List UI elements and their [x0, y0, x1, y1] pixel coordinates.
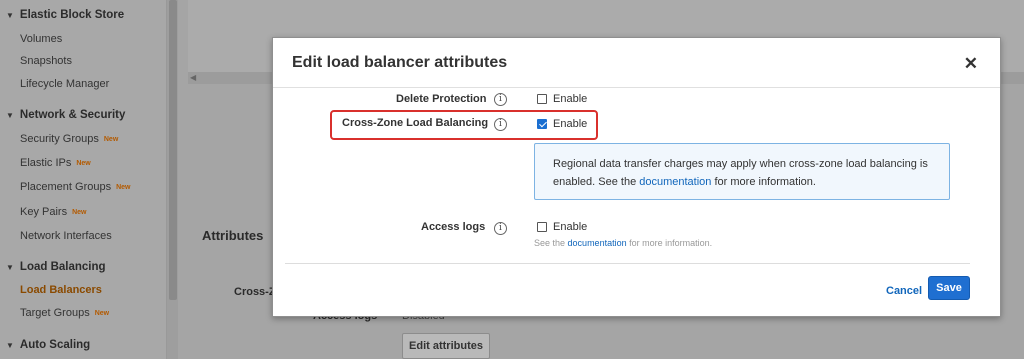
documentation-link[interactable]: documentation — [568, 238, 627, 248]
sidebar-section-label: Elastic Block Store — [19, 9, 125, 21]
delete-protection-enable-label[interactable]: Enable — [553, 93, 587, 105]
sidebar-section-label: Auto Scaling — [19, 339, 91, 351]
new-badge: New — [103, 135, 119, 143]
new-badge: New — [116, 183, 131, 191]
hint-text-after: for more information. — [629, 238, 713, 248]
triangle-down-icon: ▼ — [6, 110, 14, 120]
access-logs-enable-label[interactable]: Enable — [553, 221, 587, 233]
save-button[interactable]: Save — [928, 276, 970, 300]
delete-protection-label: Delete Protection — [396, 93, 487, 105]
cross-zone-checkbox[interactable] — [537, 119, 547, 129]
modal-title: Edit load balancer attributes — [292, 54, 508, 71]
triangle-down-icon: ▼ — [6, 262, 14, 272]
close-icon[interactable]: ✕ — [964, 54, 978, 74]
access-logs-checkbox[interactable] — [537, 222, 547, 232]
sidebar-item-placement-groups[interactable]: Placement Groups New — [20, 181, 131, 193]
sidebar-item-label: Load Balancers — [20, 284, 102, 296]
sidebar: ▼ Elastic Block Store Volumes Snapshots … — [0, 0, 166, 359]
new-badge: New — [94, 309, 110, 317]
sidebar-section-load-balancing[interactable]: ▼ Load Balancing — [6, 261, 106, 273]
info-icon[interactable]: i — [494, 222, 507, 235]
sidebar-section-network-security[interactable]: ▼ Network & Security — [6, 109, 125, 121]
sidebar-item-load-balancers[interactable]: Load Balancers — [20, 284, 102, 296]
modal-footer-divider — [285, 263, 970, 264]
hint-text: See the — [534, 238, 566, 248]
delete-protection-checkbox[interactable] — [537, 94, 547, 104]
sidebar-item-network-interfaces[interactable]: Network Interfaces — [20, 230, 112, 242]
cross-zone-load-balancing-label: Cross-Zone Load Balancing — [342, 117, 489, 129]
scrollbar-thumb[interactable] — [169, 0, 177, 300]
sidebar-item-label: Snapshots — [20, 55, 72, 67]
triangle-down-icon: ▼ — [6, 340, 14, 350]
sidebar-item-key-pairs[interactable]: Key Pairs New — [20, 206, 86, 218]
sidebar-item-label: Key Pairs — [20, 206, 68, 218]
sidebar-section-label: Network & Security — [19, 109, 126, 121]
edit-attributes-button[interactable]: Edit attributes — [402, 333, 490, 359]
info-icon[interactable]: i — [494, 118, 507, 131]
sidebar-item-target-groups[interactable]: Target Groups New — [20, 307, 109, 319]
sidebar-item-elastic-ips[interactable]: Elastic IPs New — [20, 157, 91, 169]
modal-header: Edit load balancer attributes ✕ — [273, 38, 1000, 88]
sidebar-item-label: Volumes — [20, 33, 63, 45]
info-icon[interactable]: i — [494, 93, 507, 106]
sidebar-item-label: Security Groups — [20, 133, 99, 145]
sidebar-section-auto-scaling[interactable]: ▼ Auto Scaling — [6, 339, 90, 351]
sidebar-section-elastic-block-store[interactable]: ▼ Elastic Block Store — [6, 9, 124, 21]
sidebar-item-label: Lifecycle Manager — [20, 78, 110, 90]
sidebar-item-snapshots[interactable]: Snapshots — [20, 55, 72, 67]
sidebar-item-lifecycle-manager[interactable]: Lifecycle Manager — [20, 78, 109, 90]
cross-zone-enable-label[interactable]: Enable — [553, 118, 587, 130]
sidebar-scrollbar[interactable] — [166, 0, 178, 359]
sidebar-item-label: Placement Groups — [20, 181, 112, 193]
triangle-down-icon: ▼ — [6, 10, 14, 20]
sidebar-item-volumes[interactable]: Volumes — [20, 33, 62, 45]
sidebar-item-label: Elastic IPs — [20, 157, 72, 169]
new-badge: New — [76, 159, 91, 167]
sidebar-item-security-groups[interactable]: Security Groups New — [20, 133, 118, 145]
info-panel-text-after: for more information. — [714, 176, 816, 188]
documentation-link[interactable]: documentation — [639, 176, 711, 188]
cross-zone-label: Cross-Z — [234, 286, 276, 298]
cancel-button[interactable]: Cancel — [886, 285, 922, 297]
access-logs-hint: See the documentation for more informati… — [534, 238, 712, 248]
new-badge: New — [72, 208, 87, 216]
attributes-heading: Attributes — [202, 228, 264, 243]
sidebar-item-label: Target Groups — [20, 307, 90, 319]
cross-zone-info-panel: Regional data transfer charges may apply… — [534, 143, 950, 200]
sidebar-section-label: Load Balancing — [19, 261, 106, 273]
sidebar-item-label: Network Interfaces — [20, 230, 112, 242]
access-logs-label: Access logs — [421, 221, 486, 233]
scroll-left-icon[interactable]: ◀ — [190, 73, 196, 82]
